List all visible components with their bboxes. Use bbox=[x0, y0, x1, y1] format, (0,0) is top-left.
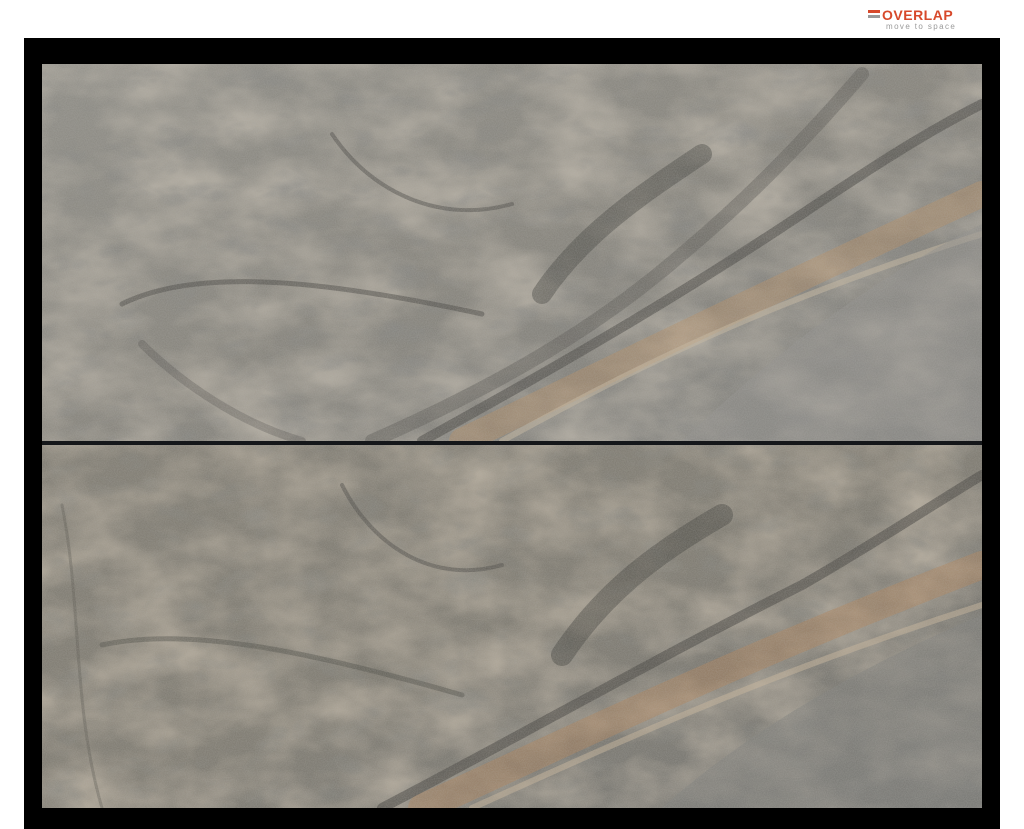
stone-texture-top bbox=[42, 64, 982, 441]
stone-slab-top bbox=[42, 64, 982, 441]
brand-name: OVERLAP bbox=[882, 7, 954, 23]
stone-texture-bottom bbox=[42, 445, 982, 808]
stone-slab-bottom bbox=[42, 445, 982, 808]
brand-tagline: move to space bbox=[886, 22, 957, 31]
product-photo-frame bbox=[24, 38, 1000, 829]
page: OVERLAP move to space bbox=[0, 0, 1024, 829]
brand-logo[interactable]: OVERLAP move to space bbox=[862, 6, 982, 32]
logo-mark-icon bbox=[868, 10, 880, 19]
